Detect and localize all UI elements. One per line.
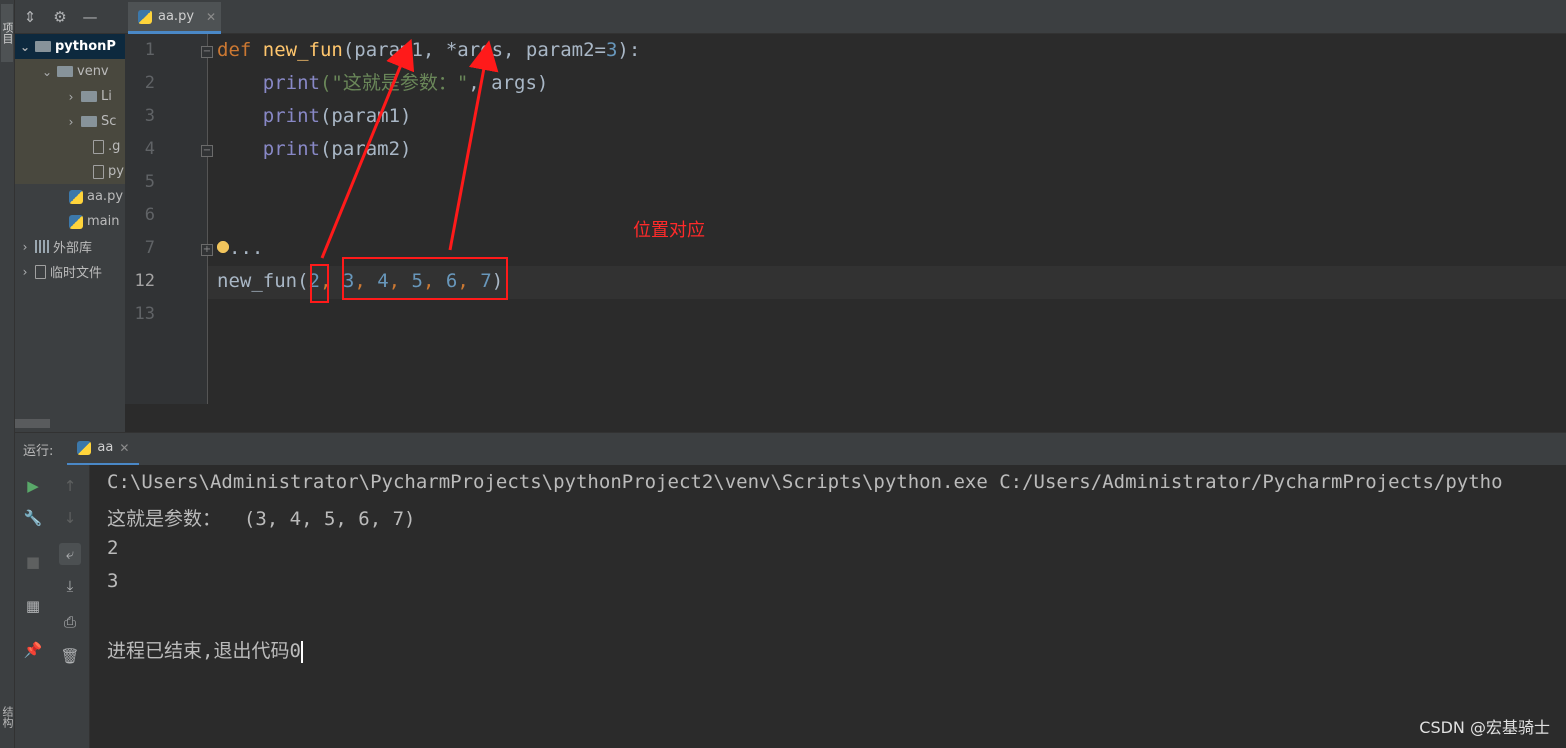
pin-icon[interactable]: 📌 [22, 639, 44, 661]
run-panel-header: 运行: aa ✕ [15, 432, 1566, 466]
arrow-up-icon[interactable]: ↑ [59, 475, 81, 497]
console-output[interactable]: C:\Users\Administrator\PycharmProjects\p… [90, 465, 1566, 748]
annotation-arrows [320, 38, 499, 259]
close-icon[interactable]: ✕ [119, 441, 129, 455]
print-icon[interactable]: ⎙ [59, 611, 81, 633]
watermark: CSDN @宏基骑士 [1419, 718, 1550, 737]
structure-tool-button[interactable]: 结构 [1, 706, 13, 746]
scroll-to-end-icon[interactable]: ⤓ [59, 575, 81, 597]
console-line-exit: 进程已结束,退出代码0 [107, 636, 303, 663]
arrow-to-args [448, 40, 499, 251]
run-label: 运行: [23, 443, 54, 459]
console-line: 2 [107, 537, 119, 559]
layout-icon[interactable]: ▦ [22, 595, 44, 617]
soft-wrap-icon[interactable]: ⤶ [59, 543, 81, 565]
stop-icon[interactable]: ■ [22, 551, 44, 573]
run-toolbar: ▶ ↑ 🔧 ↓ ⤶ ■ ⤓ ▦ ⎙ 📌 🗑 [15, 465, 90, 748]
arrow-to-param1 [320, 38, 415, 259]
console-line: C:\Users\Administrator\PycharmProjects\p… [107, 471, 1503, 493]
python-file-icon [77, 440, 92, 455]
trash-icon[interactable]: 🗑 [59, 645, 81, 667]
text-caret [300, 640, 303, 663]
tab-run-aa[interactable]: aa ✕ [67, 433, 140, 466]
console-line: 这就是参数： (3, 4, 5, 6, 7) [107, 508, 416, 530]
wrench-icon[interactable]: 🔧 [22, 507, 44, 529]
exit-message: 进程已结束,退出代码0 [107, 640, 301, 662]
console-line: 3 [107, 570, 119, 592]
rerun-icon[interactable]: ▶ [22, 475, 44, 497]
tab-label: aa [97, 440, 114, 455]
arrow-down-icon[interactable]: ↓ [59, 507, 81, 529]
annotation-text: 位置对应 [633, 220, 705, 241]
